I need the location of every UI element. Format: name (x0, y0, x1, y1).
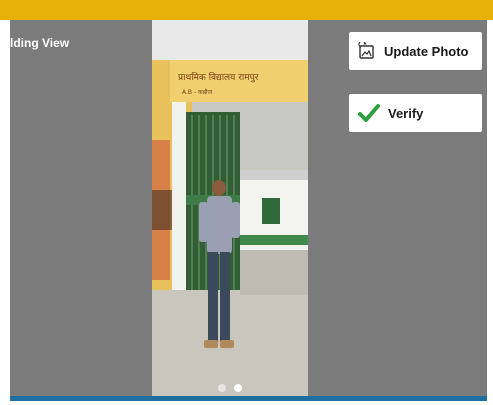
pager-dot-active[interactable] (234, 384, 242, 392)
check-icon (358, 103, 380, 123)
photo-pager (152, 384, 308, 392)
update-photo-label: Update Photo (384, 43, 469, 59)
verify-button[interactable]: Verify (349, 94, 482, 132)
verify-label: Verify (388, 105, 424, 121)
photo-scene: प्राथमिक विद्यालय रामपुर A.B - कन्नौज (152, 20, 308, 398)
sign-subtext: A.B - कन्नौज (182, 88, 213, 96)
sign-text: प्राथमिक विद्यालय रामपुर (178, 71, 259, 83)
bottom-accent-bar (10, 396, 487, 401)
pager-dot[interactable] (218, 384, 226, 392)
panel-title: lding View (10, 36, 70, 50)
update-photo-button[interactable]: Update Photo (349, 32, 482, 70)
building-photo[interactable]: प्राथमिक विद्यालय रामपुर A.B - कन्नौज (152, 20, 308, 398)
top-accent-bar (0, 0, 493, 20)
photo-update-icon (358, 42, 376, 60)
